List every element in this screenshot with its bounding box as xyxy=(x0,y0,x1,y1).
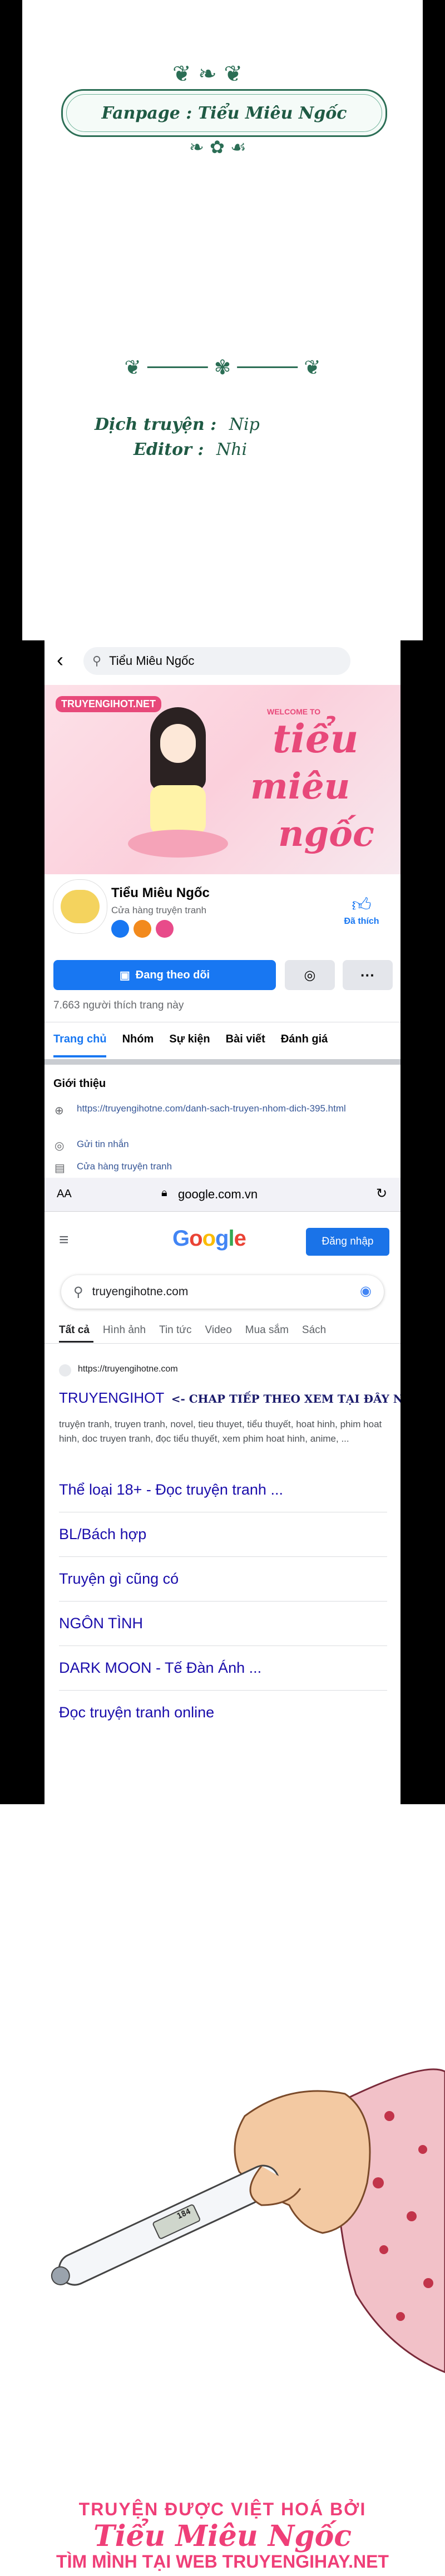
result-url[interactable]: https://truyengihotne.com xyxy=(78,1364,178,1374)
intro-title: Giới thiệu xyxy=(53,1078,106,1090)
credits-panel: ❦ ❧ ❦ Fanpage : Tiểu Miêu Ngốc ❧ ✿ ☙ ❦ ─… xyxy=(22,0,423,640)
gtab-all[interactable]: Tất cả xyxy=(59,1324,90,1336)
thumbs-up-icon: 👍︎ xyxy=(352,894,372,915)
following-label: Đang theo dõi xyxy=(135,968,210,981)
page-category: Cửa hàng truyện tranh xyxy=(111,905,207,915)
tab-home[interactable]: Trang chủ xyxy=(53,1033,107,1046)
lock-icon: 🔒︎ xyxy=(161,1187,167,1199)
page-tabs: Trang chủ Nhóm Sự kiện Bài viết Đánh giá xyxy=(53,1033,343,1046)
tab-posts[interactable]: Bài viết xyxy=(226,1033,265,1046)
sitelink-2[interactable]: BL/Bách hợp xyxy=(59,1526,146,1543)
ornament-top-icon: ❦ ❧ ❦ xyxy=(172,61,243,87)
google-tabs: Tất cả Hình ảnh Tin tức Video Mua sắm Sá… xyxy=(59,1324,339,1336)
gtab-underline xyxy=(59,1341,93,1343)
liked-label: Đã thích xyxy=(344,917,379,926)
messenger-icon: ◎ xyxy=(304,967,316,983)
sitelink-1[interactable]: Thể loại 18+ - Đọc truyện tranh ... xyxy=(59,1481,283,1498)
translator-label: Dịch truyện : xyxy=(95,415,217,434)
hamburger-menu-icon[interactable]: ≡ xyxy=(59,1231,69,1250)
messenger-badge-icon xyxy=(111,920,129,938)
search-text: Tiểu Miêu Ngốc xyxy=(109,654,195,668)
result-banner: <- CHAP TIẾP THEO XEM TẠI ĐÂY NHA xyxy=(171,1392,400,1405)
google-search-icon: ⚲ xyxy=(73,1284,83,1300)
editor-credit: Editor : Nhi xyxy=(134,440,247,459)
hand-thermometer-illustration xyxy=(51,2068,445,2373)
translator-credit: Dịch truyện : Nip xyxy=(95,415,260,434)
cover-photo[interactable]: TRUYENGIHOT.NET WELCOME TO tiểu miêu ngố… xyxy=(44,685,400,874)
calendar-check-icon: ▣ xyxy=(119,969,130,982)
google-search-input[interactable]: ⚲ truyengihotne.com ◉ xyxy=(61,1275,384,1309)
watermark-line-3: TÌM MÌNH TẠI WEB TRUYENGIHAY.NET xyxy=(56,2551,389,2572)
fanpage-text: Fanpage : Tiểu Miêu Ngốc xyxy=(101,103,347,123)
cover-title-3: ngốc xyxy=(278,813,374,855)
tab-events[interactable]: Sự kiện xyxy=(169,1033,210,1046)
messenger-small-icon: ◎ xyxy=(55,1140,65,1152)
watermark-line-1: TRUYỆN ĐƯỢC VIỆT HOÁ BỞI xyxy=(78,2499,367,2519)
signin-button[interactable]: Đăng nhập xyxy=(306,1228,389,1256)
intro-category[interactable]: Cửa hàng truyện tranh xyxy=(77,1161,172,1172)
profile-avatar[interactable] xyxy=(53,880,107,933)
fire-badge-icon xyxy=(134,920,151,938)
cover-title-2: miêu xyxy=(250,766,350,807)
shop-icon: ▤ xyxy=(55,1162,65,1174)
facebook-search-input[interactable]: ⚲ Tiểu Miêu Ngốc xyxy=(83,647,350,675)
ornament-bottom-icon: ❧ ✿ ☙ xyxy=(189,136,246,158)
globe-icon: ⊕ xyxy=(55,1105,64,1117)
gtab-books[interactable]: Sách xyxy=(302,1324,326,1336)
divider-ornament-icon: ❦ ───── ✾ ───── ❦ xyxy=(124,356,321,379)
page-badges xyxy=(111,920,174,938)
fanpage-banner: Fanpage : Tiểu Miêu Ngốc xyxy=(61,89,387,137)
sitelink-5[interactable]: DARK MOON - Tế Đàn Ánh ... xyxy=(59,1659,261,1677)
cover-welcome: WELCOME TO xyxy=(267,707,321,716)
gift-badge-icon xyxy=(156,920,174,938)
messenger-button[interactable]: ◎ xyxy=(285,960,335,990)
intro-link[interactable]: https://truyengihotne.com/danh-sach-truy… xyxy=(77,1103,366,1115)
google-query: truyengihotne.com xyxy=(92,1285,189,1298)
girl-illustration xyxy=(128,707,228,863)
more-dots-icon: ··· xyxy=(360,966,375,983)
comic-panel: 184 TRUYỆN ĐƯỢC VIỆT HOÁ BỞI Tiểu Miêu N… xyxy=(0,1804,445,2576)
favicon-icon xyxy=(59,1364,71,1377)
reload-icon[interactable]: ↻ xyxy=(376,1186,387,1202)
page-name: Tiểu Miêu Ngốc xyxy=(111,885,210,900)
browser-url[interactable]: google.com.vn xyxy=(178,1187,258,1202)
phone-screenshot: ‹ ⚲ Tiểu Miêu Ngốc TRUYENGIHOT.NET WELCO… xyxy=(44,640,400,1804)
google-logo: Google xyxy=(172,1226,246,1251)
active-tab-underline xyxy=(53,1055,106,1057)
editor-label: Editor : xyxy=(134,440,204,459)
search-icon: ⚲ xyxy=(92,654,102,668)
gtab-news[interactable]: Tin tức xyxy=(159,1324,191,1336)
editor-name: Nhi xyxy=(216,440,248,459)
likes-count: 7.663 người thích trang này xyxy=(53,1000,184,1011)
reader-aa-button[interactable]: AA xyxy=(57,1188,72,1201)
browser-address-bar: AA 🔒︎ google.com.vn ↻ xyxy=(44,1178,400,1212)
gtab-shopping[interactable]: Mua sắm xyxy=(245,1324,289,1336)
translator-name: Nip xyxy=(229,415,260,434)
gtab-images[interactable]: Hình ảnh xyxy=(103,1324,146,1336)
more-button[interactable]: ··· xyxy=(343,960,393,990)
tab-reviews[interactable]: Đánh giá xyxy=(281,1033,328,1046)
cover-title-1: tiểu xyxy=(273,716,359,762)
gtab-video[interactable]: Video xyxy=(205,1324,232,1336)
sitelink-4[interactable]: NGÔN TÌNH xyxy=(59,1615,143,1632)
sitelink-6[interactable]: Đọc truyện tranh online xyxy=(59,1704,214,1721)
watermark-line-2: Tiểu Miêu Ngốc xyxy=(93,2519,352,2553)
back-arrow-icon[interactable]: ‹ xyxy=(57,648,63,672)
signin-label: Đăng nhập xyxy=(322,1236,374,1247)
facebook-topbar: ‹ ⚲ Tiểu Miêu Ngốc xyxy=(44,640,400,685)
result-title-row: TRUYENGIHOT <- CHAP TIẾP THEO XEM TẠI ĐÂ… xyxy=(59,1389,400,1407)
lens-icon[interactable]: ◉ xyxy=(360,1283,372,1299)
liked-button[interactable]: 👍︎ Đã thích xyxy=(339,894,384,927)
result-title[interactable]: TRUYENGIHOT xyxy=(59,1389,164,1406)
intro-message[interactable]: Gửi tin nhắn xyxy=(77,1139,129,1150)
following-button[interactable]: ▣ Đang theo dõi xyxy=(53,960,276,990)
sitelink-3[interactable]: Truyện gì cũng có xyxy=(59,1570,179,1588)
result-snippet: truyện tranh, truyen tranh, novel, tieu … xyxy=(59,1419,382,1444)
tab-groups[interactable]: Nhóm xyxy=(122,1033,154,1046)
